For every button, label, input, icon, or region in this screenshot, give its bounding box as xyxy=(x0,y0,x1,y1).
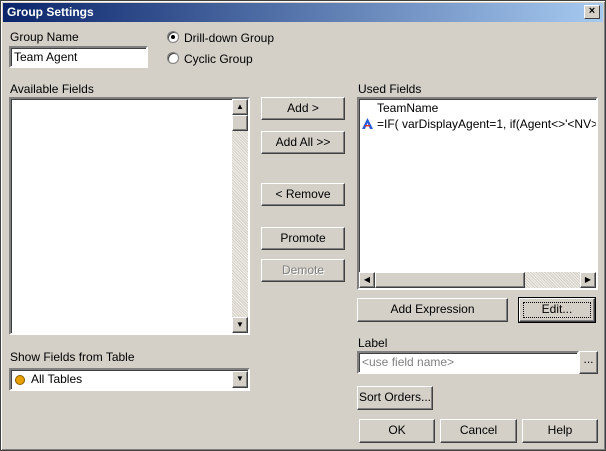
group-name-label: Group Name xyxy=(10,30,79,44)
sort-orders-label: Sort Orders... xyxy=(358,390,432,404)
arrow-left-icon: ◀ xyxy=(363,275,371,284)
label-placeholder: <use field name> xyxy=(362,355,455,369)
scroll-thumb[interactable] xyxy=(232,115,248,131)
close-icon: × xyxy=(588,5,596,17)
help-button[interactable]: Help xyxy=(522,419,598,443)
edit-button-label: Edit... xyxy=(541,302,573,316)
label-field-label: Label xyxy=(358,336,388,350)
drill-down-group-label[interactable]: Drill-down Group xyxy=(184,31,274,45)
table-circle-icon xyxy=(15,375,25,385)
show-fields-label: Show Fields from Table xyxy=(10,350,135,364)
available-fields-scrollbar[interactable]: ▲ ▼ xyxy=(232,99,248,333)
used-field-item[interactable]: TeamName xyxy=(377,101,438,115)
label-input[interactable]: <use field name> xyxy=(357,351,579,374)
edit-button[interactable]: Edit... xyxy=(518,297,596,323)
hscroll-thumb[interactable] xyxy=(375,272,525,288)
cyclic-group-label[interactable]: Cyclic Group xyxy=(184,52,253,66)
scroll-up-button[interactable]: ▲ xyxy=(232,99,248,115)
add-all-button[interactable]: Add All >> xyxy=(261,131,345,154)
demote-button[interactable]: Demote xyxy=(261,259,345,282)
remove-button[interactable]: < Remove xyxy=(261,183,345,206)
arrow-right-icon: ▶ xyxy=(584,275,592,284)
add-expression-button[interactable]: Add Expression xyxy=(357,298,508,322)
add-button[interactable]: Add > xyxy=(261,97,345,120)
promote-button-label: Promote xyxy=(280,231,326,245)
radio-selected-dot xyxy=(171,35,175,39)
arrow-down-icon: ▼ xyxy=(236,320,244,329)
dialog-title: Group Settings xyxy=(7,5,94,19)
add-all-button-label: Add All >> xyxy=(275,135,331,149)
promote-button[interactable]: Promote xyxy=(261,227,345,250)
used-fields-hscrollbar[interactable]: ◀ ▶ xyxy=(359,272,596,288)
cancel-label: Cancel xyxy=(459,423,498,437)
scroll-down-button[interactable]: ▼ xyxy=(232,317,248,333)
show-fields-value: All Tables xyxy=(31,372,83,386)
scroll-left-button[interactable]: ◀ xyxy=(359,272,375,288)
cancel-button[interactable]: Cancel xyxy=(440,419,517,443)
group-settings-dialog: Group Settings × Group Name Team Agent D… xyxy=(0,0,606,451)
used-field-item[interactable]: =IF( varDisplayAgent=1, if(Agent<>'<NV>'… xyxy=(377,117,596,131)
help-label: Help xyxy=(547,423,573,437)
chevron-down-icon: ▼ xyxy=(236,374,244,383)
dropdown-button[interactable]: ▼ xyxy=(232,371,248,388)
label-browse-button[interactable]: ... xyxy=(579,351,598,374)
used-fields-label: Used Fields xyxy=(358,82,422,96)
demote-button-label: Demote xyxy=(281,263,325,277)
group-name-value: Team Agent xyxy=(14,50,78,64)
used-fields-list[interactable]: TeamName =IF( varDisplayAgent=1, if(Agen… xyxy=(357,97,598,290)
add-expression-label: Add Expression xyxy=(390,302,475,316)
sort-orders-button[interactable]: Sort Orders... xyxy=(357,386,433,410)
cyclic-group-radio[interactable] xyxy=(167,52,179,64)
close-button[interactable]: × xyxy=(584,5,600,19)
drill-down-group-radio[interactable] xyxy=(167,31,179,43)
ok-label: OK xyxy=(388,423,406,437)
title-bar[interactable]: Group Settings × xyxy=(3,3,603,22)
remove-button-label: < Remove xyxy=(275,187,331,201)
group-name-input[interactable]: Team Agent xyxy=(9,46,148,68)
available-fields-label: Available Fields xyxy=(10,82,94,96)
scroll-right-button[interactable]: ▶ xyxy=(580,272,596,288)
browse-dots: ... xyxy=(583,352,594,366)
available-fields-list[interactable]: ▲ ▼ xyxy=(9,97,250,335)
expression-icon xyxy=(362,118,373,129)
show-fields-select[interactable]: All Tables ▼ xyxy=(9,368,250,391)
add-button-label: Add > xyxy=(287,101,319,115)
ok-button[interactable]: OK xyxy=(359,419,435,443)
arrow-up-icon: ▲ xyxy=(236,102,244,111)
